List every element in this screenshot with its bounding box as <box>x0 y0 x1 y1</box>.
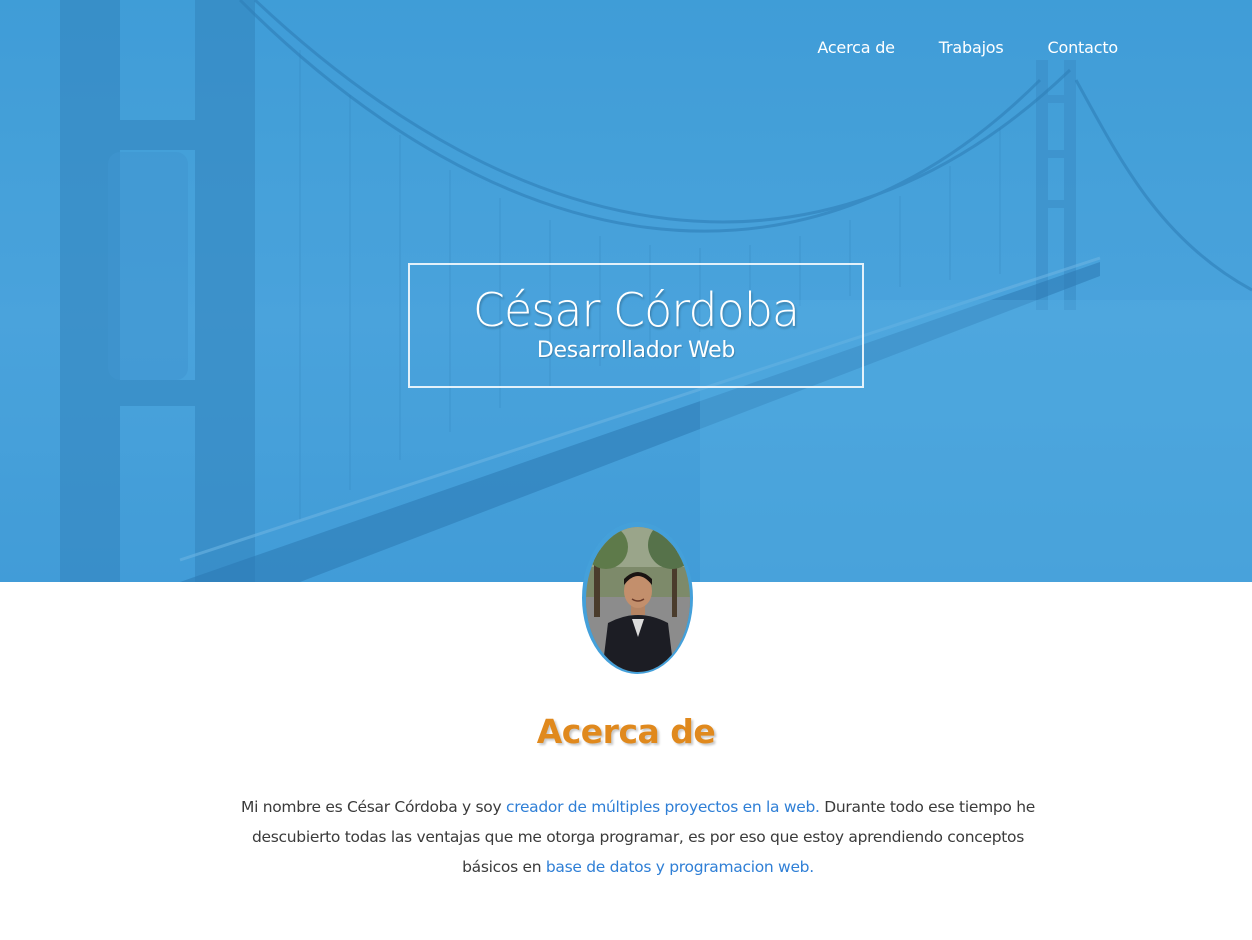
about-heading: Acerca de <box>536 712 716 751</box>
main-nav: Acerca de Trabajos Contacto <box>817 38 1118 57</box>
about-link-proyectos[interactable]: creador de múltiples proyectos en la web… <box>506 798 820 816</box>
avatar <box>586 527 690 672</box>
nav-link-trabajos[interactable]: Trabajos <box>939 38 1004 57</box>
nav-link-contacto[interactable]: Contacto <box>1048 38 1119 57</box>
hero-banner: Acerca de Trabajos Contacto César Córdob… <box>0 0 1252 582</box>
about-text-part-1: Mi nombre es César Córdoba y soy <box>241 798 506 816</box>
about-link-base-datos[interactable]: base de datos y programacion web. <box>546 858 814 876</box>
hero-title-box: César Córdoba Desarrollador Web <box>408 263 864 388</box>
nav-link-acerca-de[interactable]: Acerca de <box>817 38 895 57</box>
hero-role: Desarrollador Web <box>536 338 736 363</box>
hero-name: César Córdoba <box>472 283 800 337</box>
about-paragraph: Mi nombre es César Córdoba y soy creador… <box>226 792 1050 882</box>
